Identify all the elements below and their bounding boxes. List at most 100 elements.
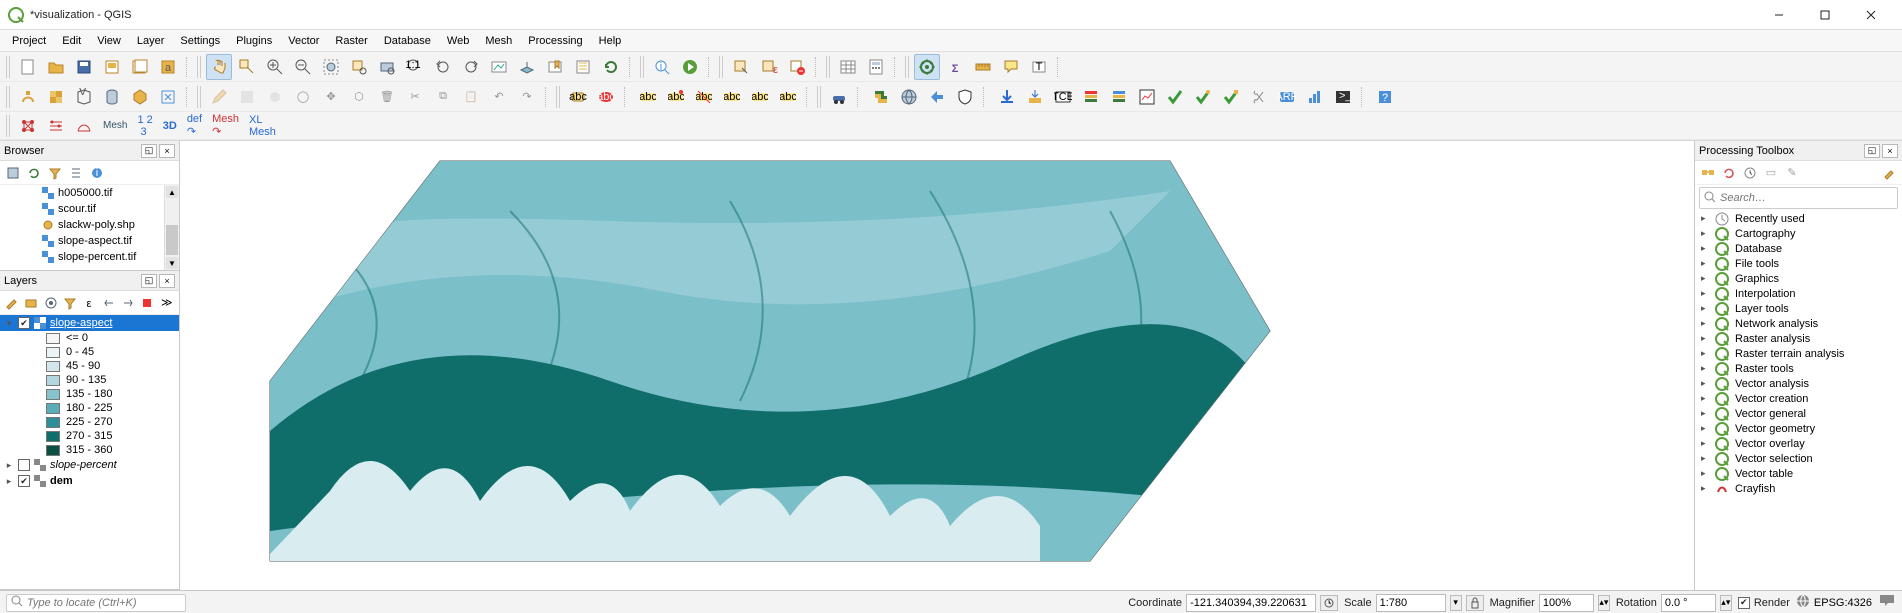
toolbox-undock-icon[interactable]: ◱ <box>1864 144 1880 158</box>
zoom-full-icon[interactable] <box>318 54 344 80</box>
toolbar-grip[interactable] <box>6 86 11 108</box>
show-bookmarks-icon[interactable] <box>570 54 596 80</box>
select-by-value-icon[interactable]: ε <box>756 54 782 80</box>
menu-edit[interactable]: Edit <box>54 33 89 49</box>
save-edits-icon[interactable] <box>234 84 260 110</box>
measure-line-icon[interactable] <box>970 54 996 80</box>
check-green2-icon[interactable] <box>1190 84 1216 110</box>
menu-project[interactable]: Project <box>4 33 54 49</box>
arr-badge-icon[interactable]: ARR <box>1274 84 1300 110</box>
menu-help[interactable]: Help <box>591 33 630 49</box>
scale-input[interactable] <box>1376 594 1446 612</box>
open-attribute-table-icon[interactable] <box>835 54 861 80</box>
expand-icon[interactable]: ▸ <box>1701 468 1709 479</box>
layers-expand-icon[interactable] <box>101 294 117 312</box>
python-console-icon[interactable] <box>868 84 894 110</box>
cut-features-icon[interactable]: ✂ <box>402 84 428 110</box>
crs-button[interactable]: EPSG:4326 <box>1796 594 1872 611</box>
layer-visibility-checkbox[interactable] <box>18 475 30 487</box>
layers-undock-icon[interactable]: ◱ <box>141 274 157 288</box>
minimize-button[interactable] <box>1756 0 1802 30</box>
field-calculator-icon[interactable] <box>863 54 889 80</box>
toolbox-group[interactable]: ▸Vector analysis <box>1695 376 1902 391</box>
layers-add-group-icon[interactable] <box>23 294 39 312</box>
toggle-editing-icon[interactable] <box>206 84 232 110</box>
expand-icon[interactable]: ▸ <box>1701 228 1709 239</box>
label-tool-icon[interactable]: abc <box>565 84 591 110</box>
move-feature-icon[interactable]: ✥ <box>318 84 344 110</box>
toolbox-edit-icon[interactable]: ✎ <box>1783 164 1801 182</box>
messages-icon[interactable] <box>1878 593 1896 612</box>
layers-filter-icon[interactable] <box>62 294 78 312</box>
expand-toggle-icon[interactable]: ▸ <box>4 460 14 471</box>
browser-close-icon[interactable]: × <box>159 144 175 158</box>
zoom-out-icon[interactable] <box>290 54 316 80</box>
select-features-icon[interactable] <box>728 54 754 80</box>
browser-filter-icon[interactable] <box>46 164 64 182</box>
crayfish-xlmesh-icon[interactable]: XLMesh <box>245 113 280 139</box>
toolbar-grip[interactable] <box>826 56 831 78</box>
toolbar-grip[interactable] <box>817 86 822 108</box>
toolbox-group[interactable]: ▸Vector table <box>1695 466 1902 481</box>
magnifier-stepper-icon[interactable]: ▴▾ <box>1598 595 1610 611</box>
toolbox-history-icon[interactable] <box>1741 164 1759 182</box>
browser-item[interactable]: slope-percent.tif <box>0 249 179 265</box>
zoom-in-icon[interactable] <box>262 54 288 80</box>
rotate-label-icon[interactable]: abc <box>747 84 773 110</box>
close-button[interactable] <box>1848 0 1894 30</box>
expand-icon[interactable]: ▸ <box>1701 393 1709 404</box>
change-label-icon[interactable]: abc <box>775 84 801 110</box>
menu-processing[interactable]: Processing <box>520 33 590 49</box>
stack-red-icon[interactable] <box>1078 84 1104 110</box>
new-map-view-icon[interactable] <box>486 54 512 80</box>
stack-blue-icon[interactable] <box>1106 84 1132 110</box>
identify-icon[interactable]: i <box>649 54 675 80</box>
toolbox-group[interactable]: ▸Cartography <box>1695 226 1902 241</box>
magnifier-input[interactable] <box>1539 594 1594 612</box>
terminal-icon[interactable]: >_ <box>1330 84 1356 110</box>
plugin-shield-icon[interactable] <box>952 84 978 110</box>
open-project-icon[interactable] <box>43 54 69 80</box>
browser-item[interactable]: slope-aspect.tif <box>0 233 179 249</box>
copy-features-icon[interactable]: ⧉ <box>430 84 456 110</box>
render-checkbox[interactable] <box>1738 597 1750 609</box>
toolbox-group[interactable]: ▸Vector general <box>1695 406 1902 421</box>
new-virtual-layer-icon[interactable] <box>155 84 181 110</box>
expand-icon[interactable]: ▸ <box>1701 378 1709 389</box>
maximize-button[interactable] <box>1802 0 1848 30</box>
add-vector-layer-icon[interactable] <box>15 84 41 110</box>
toolbar-grip[interactable] <box>556 86 561 108</box>
zoom-next-icon[interactable] <box>458 54 484 80</box>
toolbox-group[interactable]: ▸Vector creation <box>1695 391 1902 406</box>
action-run-feature-icon[interactable] <box>677 54 703 80</box>
toolbox-group[interactable]: ▸Crayfish <box>1695 481 1902 496</box>
mesh-tool2-icon[interactable] <box>43 113 69 139</box>
label-red-icon[interactable]: abc <box>593 84 619 110</box>
expand-icon[interactable]: ▸ <box>1701 483 1709 494</box>
crayfish-def-icon[interactable]: def↷ <box>183 113 206 139</box>
expand-icon[interactable]: ▸ <box>1701 213 1709 224</box>
expand-icon[interactable]: ▸ <box>1701 288 1709 299</box>
menu-mesh[interactable]: Mesh <box>477 33 520 49</box>
layers-expression-icon[interactable]: ε <box>81 294 97 312</box>
layers-close-icon[interactable]: × <box>159 274 175 288</box>
layers-remove-icon[interactable] <box>139 294 155 312</box>
zoom-native-icon[interactable]: 1:1 <box>402 54 428 80</box>
expand-icon[interactable]: ▸ <box>1701 273 1709 284</box>
coord-input[interactable] <box>1186 594 1316 612</box>
menu-view[interactable]: View <box>89 33 129 49</box>
new-spatialite-icon[interactable] <box>127 84 153 110</box>
toolbox-group[interactable]: ▸Raster tools <box>1695 361 1902 376</box>
rotation-stepper-icon[interactable]: ▴▾ <box>1720 595 1732 611</box>
new-shapefile-icon[interactable]: V <box>71 84 97 110</box>
expand-icon[interactable]: ▸ <box>1701 258 1709 269</box>
zoom-to-selection-icon[interactable] <box>346 54 372 80</box>
crayfish-123-icon[interactable]: 1 2 3 <box>133 113 156 139</box>
statistical-summary-icon[interactable]: Σ <box>942 54 968 80</box>
expand-icon[interactable]: ▸ <box>1701 438 1709 449</box>
menu-database[interactable]: Database <box>376 33 439 49</box>
map-tips-icon[interactable] <box>998 54 1024 80</box>
toolbox-group[interactable]: ▸File tools <box>1695 256 1902 271</box>
toolbox-group[interactable]: ▸Vector geometry <box>1695 421 1902 436</box>
expand-icon[interactable]: ▸ <box>1701 423 1709 434</box>
